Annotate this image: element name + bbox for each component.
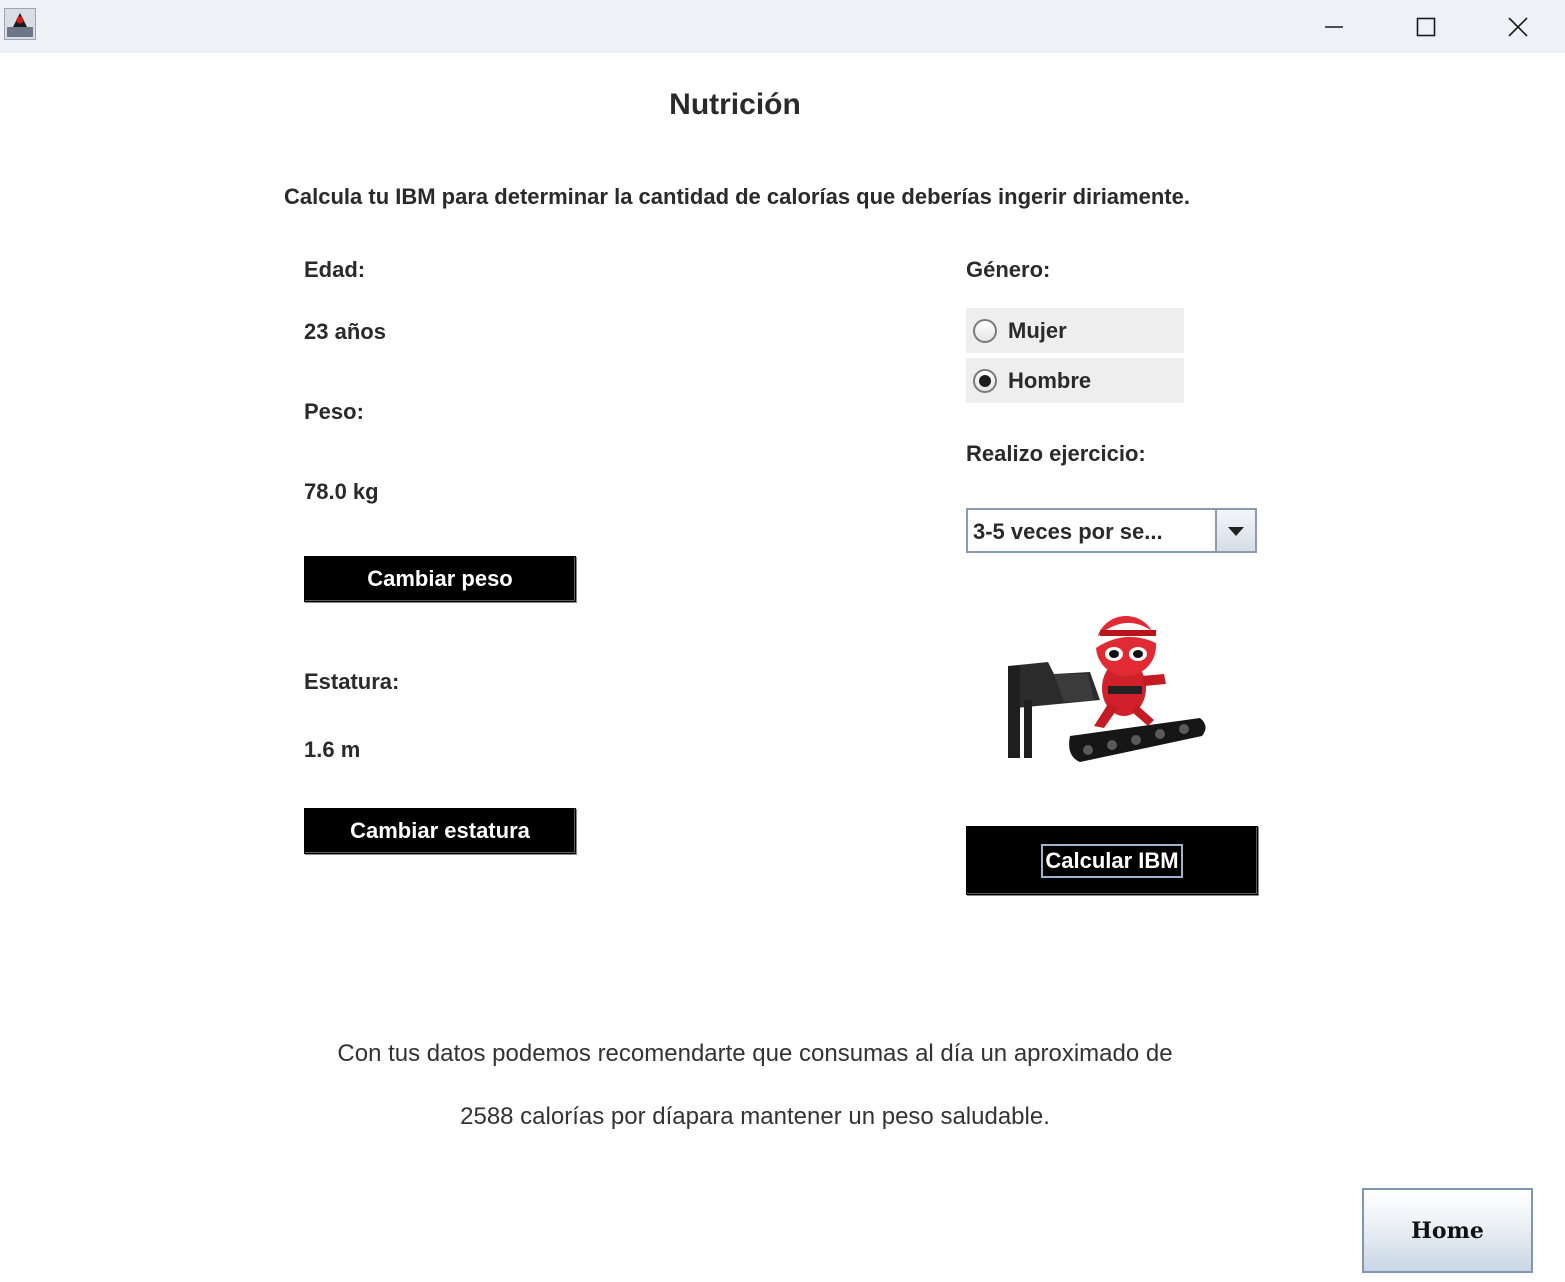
java-duke-icon [4, 8, 36, 40]
result-line-2: 2588 calorías por díapara mantener un pe… [460, 1103, 1050, 1130]
radio-option-mujer[interactable]: Mujer [966, 308, 1184, 353]
treadmill-runner-illustration [1004, 604, 1212, 772]
weight-value: 78.0 kg [304, 479, 379, 504]
title-bar [0, 0, 1565, 53]
radio-button-selected-icon[interactable] [973, 368, 997, 393]
close-icon[interactable] [1472, 0, 1564, 53]
radio-label: Mujer [1008, 317, 1067, 343]
page-title: Nutrición [669, 88, 801, 121]
weight-label: Peso: [304, 399, 364, 424]
calculate-ibm-label: Calcular IBM [1041, 843, 1183, 878]
exercise-label: Realizo ejercicio: [966, 441, 1146, 466]
select-value: 3-5 veces por se... [973, 519, 1163, 544]
radio-button-icon[interactable] [973, 318, 997, 343]
height-label: Estatura: [304, 669, 400, 694]
height-value: 1.6 m [304, 737, 361, 762]
minimize-icon[interactable] [1288, 0, 1380, 53]
page-subtitle: Calcula tu IBM para determinar la cantid… [284, 184, 1190, 209]
radio-option-hombre[interactable]: Hombre [966, 358, 1184, 403]
change-weight-button[interactable]: Cambiar peso [304, 556, 576, 602]
dropdown-arrow-icon[interactable] [1215, 510, 1255, 551]
change-height-button[interactable]: Cambiar estatura [304, 808, 576, 854]
result-line-1: Con tus datos podemos recomendarte que c… [337, 1040, 1173, 1067]
home-button[interactable]: Home [1362, 1188, 1533, 1273]
gender-label: Género: [966, 257, 1051, 282]
radio-label: Hombre [1008, 367, 1092, 393]
calculate-ibm-button[interactable]: Calcular IBM [966, 826, 1258, 895]
age-label: Edad: [304, 257, 366, 282]
exercise-frequency-select[interactable]: 3-5 veces por se... [966, 508, 1257, 553]
maximize-icon[interactable] [1380, 0, 1472, 53]
age-value: 23 años [304, 319, 386, 344]
